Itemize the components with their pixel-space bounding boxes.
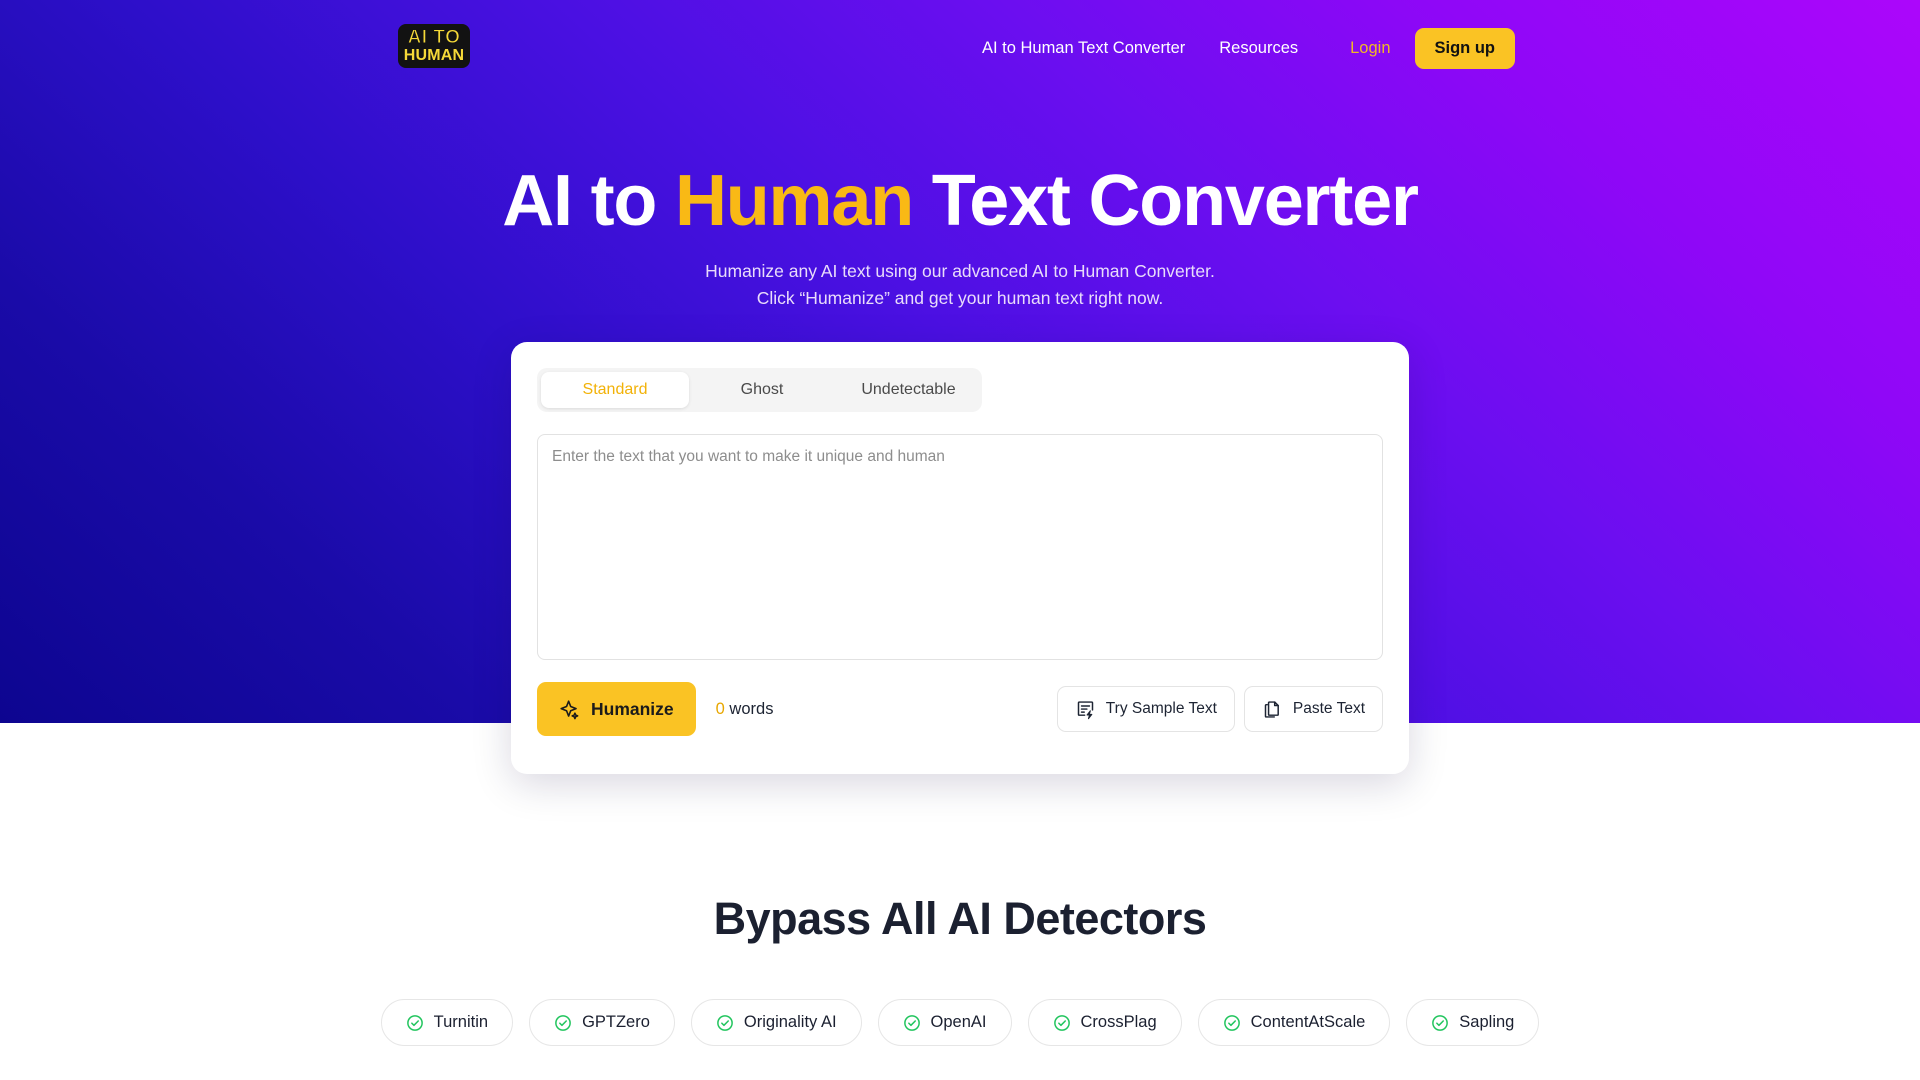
check-circle-icon	[554, 1014, 572, 1032]
detector-chip-label: ContentAtScale	[1250, 1013, 1366, 1031]
hero-subtitle-line-1: Humanize any AI text using our advanced …	[705, 261, 1215, 281]
hero-subtitle: Humanize any AI text using our advanced …	[0, 258, 1920, 312]
detector-chip-label: GPTZero	[582, 1013, 650, 1031]
check-circle-icon	[716, 1014, 734, 1032]
nav-item-resources[interactable]: Resources	[1219, 33, 1298, 64]
detector-chip[interactable]: ContentAtScale	[1197, 999, 1391, 1046]
sample-text-icon	[1075, 699, 1096, 720]
hero-title-part1: AI to	[502, 161, 675, 241]
detector-chip[interactable]: OpenAI	[877, 999, 1012, 1046]
detector-chip-label: OpenAI	[930, 1013, 987, 1031]
detectors-heading: Bypass All AI Detectors	[713, 893, 1207, 944]
aitohuman-logo[interactable]: AI TO HUMAN	[398, 24, 470, 68]
converter-card: Standard Ghost Undetectable Humanize 0 w…	[511, 342, 1409, 774]
mode-tabs: Standard Ghost Undetectable	[537, 368, 982, 412]
copy-icon	[1262, 699, 1283, 720]
page-title: AI to Human Text Converter	[0, 161, 1920, 241]
logo-line-2: HUMAN	[403, 47, 465, 64]
check-circle-icon	[903, 1014, 921, 1032]
detector-chip-label: Sapling	[1459, 1013, 1515, 1031]
tab-ghost[interactable]: Ghost	[689, 372, 835, 408]
humanize-button[interactable]: Humanize	[537, 682, 696, 736]
detector-chip[interactable]: Turnitin	[380, 999, 514, 1046]
tab-undetectable[interactable]: Undetectable	[835, 372, 982, 408]
detector-chip-label: CrossPlag	[1080, 1013, 1157, 1031]
try-sample-text-label: Try Sample Text	[1105, 700, 1217, 717]
detector-chip-label: Originality AI	[743, 1013, 837, 1031]
detector-chip[interactable]: CrossPlag	[1027, 999, 1182, 1046]
detector-chip[interactable]: Sapling	[1406, 999, 1540, 1046]
word-count-label: words	[724, 699, 774, 718]
secondary-actions: Try Sample Text Paste Text	[1056, 686, 1383, 732]
check-circle-icon	[1053, 1014, 1071, 1032]
check-circle-icon	[1431, 1014, 1449, 1032]
tab-standard[interactable]: Standard	[541, 372, 689, 408]
hero-subtitle-line-2: Click “Humanize” and get your human text…	[756, 288, 1164, 309]
word-count: 0 words	[716, 700, 774, 719]
detector-chip[interactable]: Originality AI	[690, 999, 862, 1046]
signup-button[interactable]: Sign up	[1414, 28, 1515, 69]
hero-title-accent: Human	[674, 161, 914, 241]
try-sample-text-button[interactable]: Try Sample Text	[1056, 686, 1235, 732]
text-input[interactable]	[537, 434, 1383, 660]
action-row: Humanize 0 words Try Sample Text Paste T…	[537, 682, 1383, 736]
site-header: AI TO HUMAN AI to Human Text Converter R…	[0, 0, 1920, 100]
check-circle-icon	[406, 1014, 424, 1032]
main-navigation: AI to Human Text Converter Resources Log…	[982, 28, 1515, 69]
nav-item-ai-to-human-text-converter[interactable]: AI to Human Text Converter	[982, 33, 1185, 64]
detector-chip[interactable]: GPTZero	[529, 999, 675, 1046]
paste-text-button[interactable]: Paste Text	[1243, 686, 1383, 732]
sparkle-icon	[559, 699, 580, 720]
detector-chip-list: Turnitin GPTZero Originality AI OpenAI C	[210, 999, 1710, 1046]
humanize-button-label: Humanize	[591, 698, 674, 719]
logo-line-1: AI TO	[407, 27, 461, 48]
check-circle-icon	[1223, 1014, 1241, 1032]
hero-title-part2: Text Converter	[912, 161, 1419, 241]
word-count-number: 0	[715, 699, 725, 718]
login-link[interactable]: Login	[1350, 39, 1390, 58]
detector-chip-label: Turnitin	[433, 1013, 489, 1031]
paste-text-label: Paste Text	[1292, 700, 1365, 717]
